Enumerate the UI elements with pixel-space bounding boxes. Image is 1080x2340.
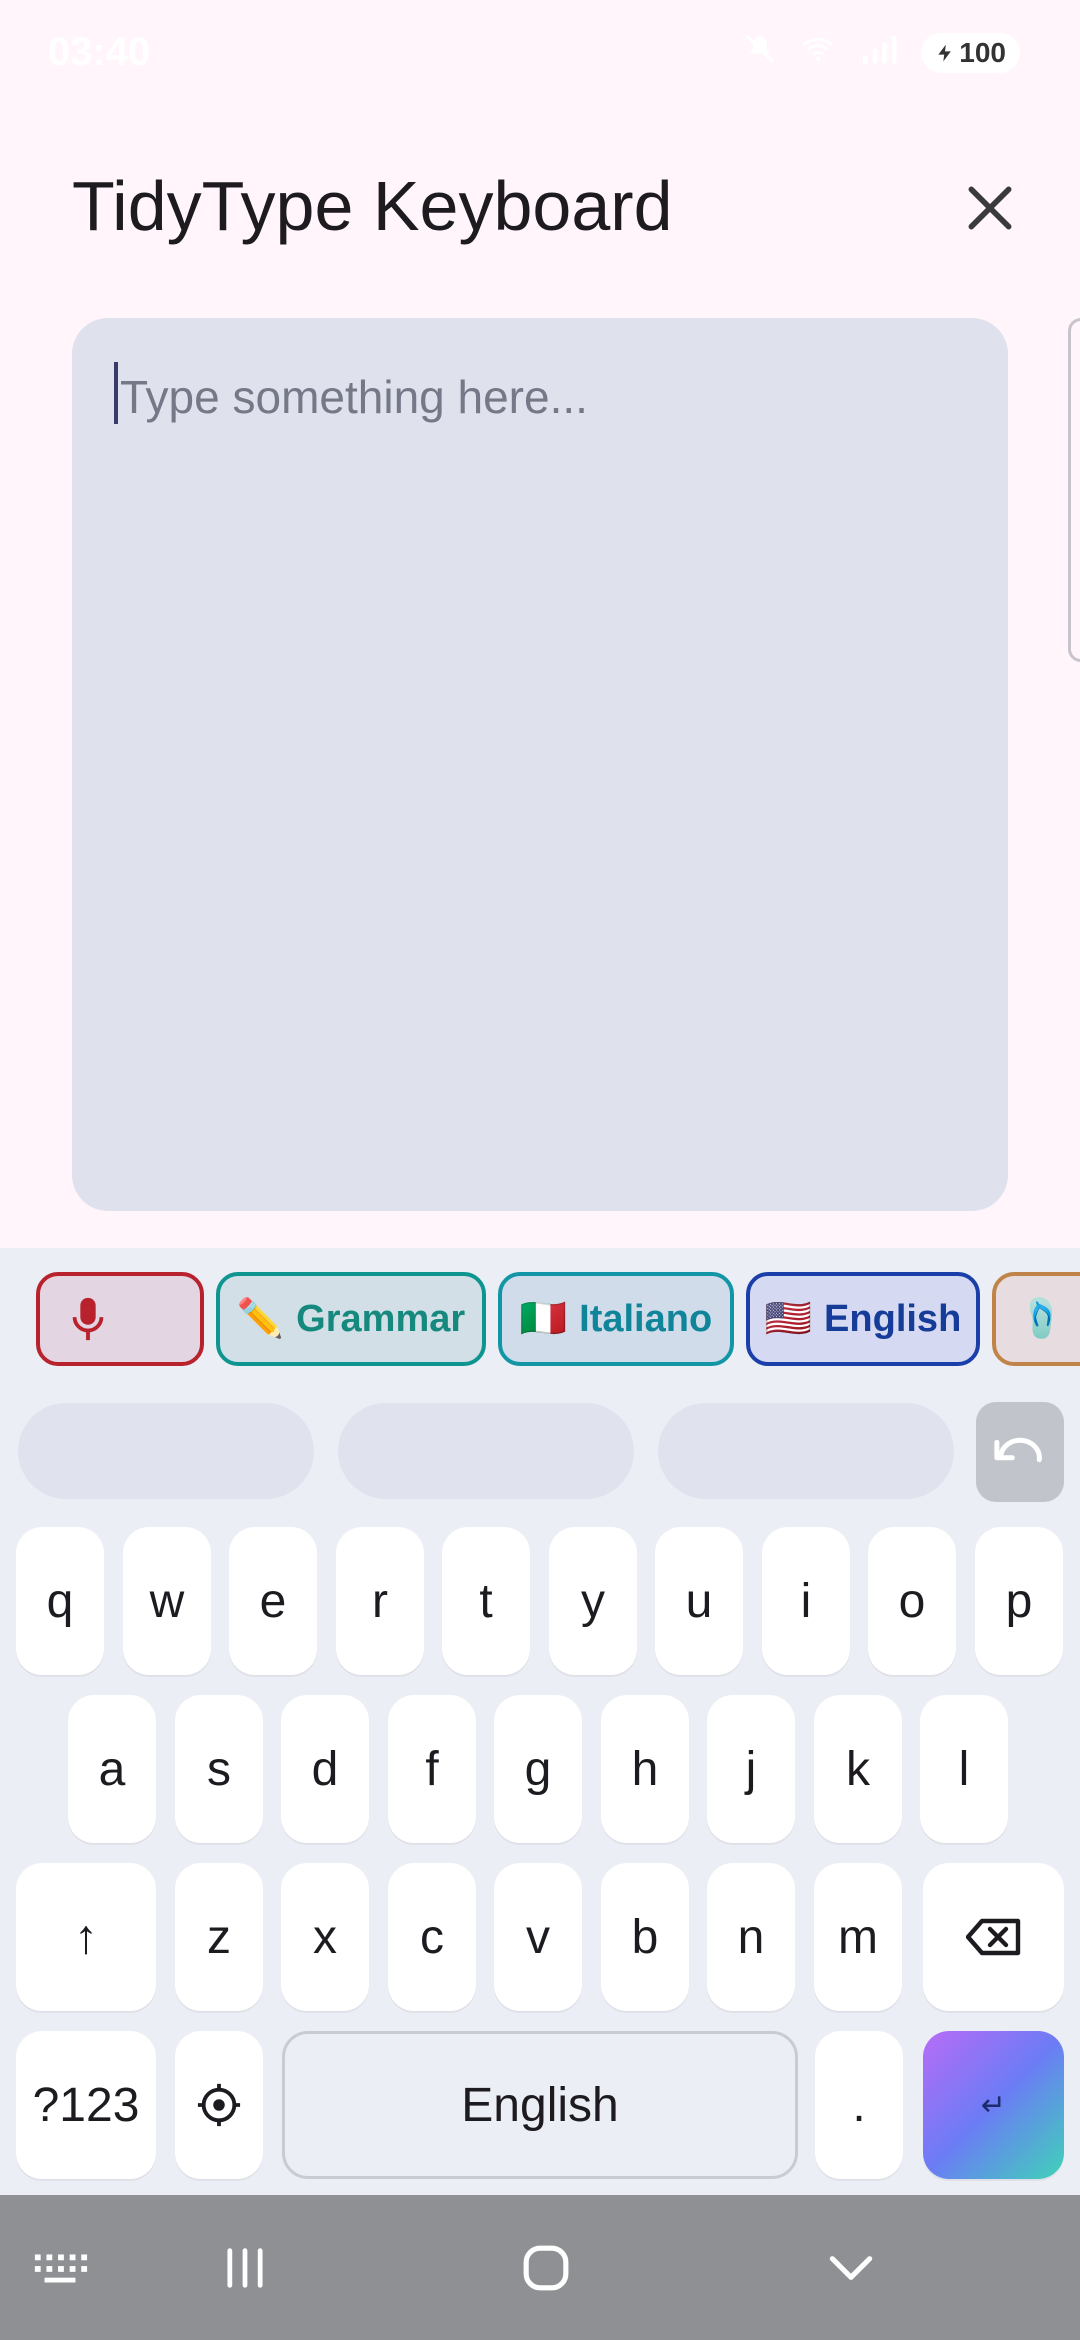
recent-apps-icon [227, 2247, 263, 2288]
key-w[interactable]: w [123, 1527, 211, 1675]
key-x[interactable]: x [281, 1863, 369, 2011]
key-s[interactable]: s [175, 1695, 263, 1843]
system-nav-bar [0, 2195, 1080, 2340]
italiano-chip[interactable]: 🇮🇹 Italiano [498, 1272, 734, 1366]
microphone-icon [72, 1297, 104, 1341]
key-y[interactable]: y [549, 1527, 637, 1675]
scroll-handle[interactable] [1068, 318, 1080, 662]
home-button[interactable] [500, 2195, 592, 2340]
keyboard-icon [34, 2253, 88, 2282]
key-q[interactable]: q [16, 1527, 104, 1675]
backspace-key[interactable] [923, 1863, 1064, 2011]
english-chip-label: English [824, 1297, 962, 1340]
enter-icon: ↵ [980, 2088, 1007, 2122]
key-z[interactable]: z [175, 1863, 263, 2011]
status-time: 03:40 [48, 30, 151, 74]
status-icons: 100 [743, 32, 1020, 74]
keyboard-switch-button[interactable] [20, 2195, 100, 2340]
symbols-key[interactable]: ?123 [16, 2031, 156, 2179]
text-input[interactable]: Type something here... [72, 318, 1008, 1211]
key-f[interactable]: f [388, 1695, 476, 1843]
key-b[interactable]: b [601, 1863, 689, 2011]
english-chip[interactable]: 🇺🇸 English [746, 1272, 980, 1366]
signal-icon [859, 33, 899, 73]
key-u[interactable]: u [655, 1527, 743, 1675]
wifi-icon [799, 32, 837, 74]
chevron-down-icon [829, 2255, 873, 2280]
key-n[interactable]: n [707, 1863, 795, 2011]
text-input-placeholder: Type something here... [120, 371, 588, 423]
key-e[interactable]: e [229, 1527, 317, 1675]
italy-flag-icon: 🇮🇹 [519, 1298, 568, 1340]
key-d[interactable]: d [281, 1695, 369, 1843]
key-g[interactable]: g [494, 1695, 582, 1843]
key-p[interactable]: p [975, 1527, 1063, 1675]
settings-key[interactable] [175, 2031, 263, 2179]
us-flag-icon: 🇺🇸 [764, 1298, 813, 1340]
sandal-chip[interactable]: 🩴 [992, 1272, 1080, 1366]
sandal-icon: 🩴 [1018, 1298, 1066, 1340]
italiano-chip-label: Italiano [579, 1297, 713, 1340]
undo-icon [994, 1437, 1042, 1463]
grammar-chip[interactable]: ✏️ Grammar [216, 1272, 486, 1366]
key-a[interactable]: a [68, 1695, 156, 1843]
battery-level: 100 [959, 37, 1006, 68]
key-j[interactable]: j [707, 1695, 795, 1843]
key-t[interactable]: t [442, 1527, 530, 1675]
close-button[interactable] [950, 168, 1030, 248]
hide-keyboard-button[interactable] [806, 2195, 896, 2340]
mute-icon [743, 32, 777, 74]
key-o[interactable]: o [868, 1527, 956, 1675]
grammar-chip-label: Grammar [296, 1297, 466, 1340]
battery-indicator: 100 [921, 33, 1020, 73]
settings-icon [197, 2083, 241, 2127]
home-icon [523, 2245, 569, 2290]
key-k[interactable]: k [814, 1695, 902, 1843]
key-h[interactable]: h [601, 1695, 689, 1843]
period-key[interactable]: . [815, 2031, 903, 2179]
key-l[interactable]: l [920, 1695, 1008, 1843]
enter-key[interactable]: ↵ [923, 2031, 1064, 2179]
shift-key[interactable]: ↑ [16, 1863, 156, 2011]
status-bar: 03:40 100 [0, 0, 1080, 110]
suggestion-slot-1[interactable] [18, 1403, 314, 1499]
close-icon [968, 186, 1012, 230]
suggestion-slot-3[interactable] [658, 1403, 954, 1499]
space-key[interactable]: English [282, 2031, 798, 2179]
pencil-icon: ✏️ [236, 1298, 285, 1340]
text-caret [114, 362, 118, 424]
key-v[interactable]: v [494, 1863, 582, 2011]
recent-apps-button[interactable] [200, 2195, 290, 2340]
page-title: TidyType Keyboard [72, 167, 673, 245]
backspace-icon [965, 1918, 1020, 1956]
suggestion-slot-2[interactable] [338, 1403, 634, 1499]
undo-button[interactable] [976, 1402, 1064, 1502]
voice-input-chip[interactable] [36, 1272, 204, 1366]
key-c[interactable]: c [388, 1863, 476, 2011]
key-i[interactable]: i [762, 1527, 850, 1675]
charging-icon [938, 44, 952, 62]
key-r[interactable]: r [336, 1527, 424, 1675]
key-m[interactable]: m [814, 1863, 902, 2011]
